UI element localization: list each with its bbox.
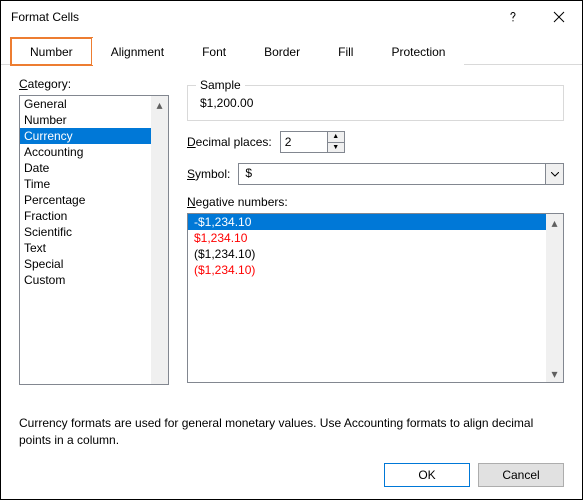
category-item[interactable]: Scientific bbox=[20, 224, 151, 240]
sample-box: Sample $1,200.00 bbox=[187, 85, 564, 121]
negative-item[interactable]: $1,234.10 bbox=[188, 230, 546, 246]
dropdown-button[interactable] bbox=[545, 164, 563, 184]
help-icon bbox=[507, 11, 519, 23]
category-label: Category: bbox=[19, 77, 169, 91]
category-item[interactable]: Time bbox=[20, 176, 151, 192]
scroll-up-icon[interactable]: ▴ bbox=[151, 96, 168, 113]
window-title: Format Cells bbox=[11, 10, 490, 24]
description-text: Currency formats are used for general mo… bbox=[1, 407, 582, 457]
category-item[interactable]: Custom bbox=[20, 272, 151, 288]
format-cells-dialog: Format Cells NumberAlignmentFontBorderFi… bbox=[0, 0, 583, 500]
ok-button[interactable]: OK bbox=[384, 463, 470, 487]
negative-item[interactable]: ($1,234.10) bbox=[188, 246, 546, 262]
negative-item[interactable]: -$1,234.10 bbox=[188, 214, 546, 230]
tab-fill[interactable]: Fill bbox=[319, 38, 372, 65]
chevron-down-icon bbox=[551, 172, 559, 177]
sample-label: Sample bbox=[196, 78, 245, 92]
help-button[interactable] bbox=[490, 1, 536, 33]
category-item[interactable]: Percentage bbox=[20, 192, 151, 208]
dialog-footer: OK Cancel bbox=[384, 463, 564, 487]
dialog-body: Category: GeneralNumberCurrencyAccountin… bbox=[1, 65, 582, 385]
decimal-row: Decimal places: ▲ ▼ bbox=[187, 131, 564, 153]
titlebar: Format Cells bbox=[1, 1, 582, 33]
symbol-label: Symbol: bbox=[187, 167, 230, 181]
spin-down-icon[interactable]: ▼ bbox=[328, 142, 344, 153]
category-item[interactable]: Special bbox=[20, 256, 151, 272]
cancel-button[interactable]: Cancel bbox=[478, 463, 564, 487]
negative-listbox[interactable]: -$1,234.10$1,234.10($1,234.10)($1,234.10… bbox=[187, 213, 564, 383]
negative-label: Negative numbers: bbox=[187, 195, 564, 209]
category-column: Category: GeneralNumberCurrencyAccountin… bbox=[19, 77, 169, 385]
tab-protection[interactable]: Protection bbox=[372, 38, 464, 65]
tab-border[interactable]: Border bbox=[245, 38, 319, 65]
tab-font[interactable]: Font bbox=[183, 38, 245, 65]
category-item[interactable]: Date bbox=[20, 160, 151, 176]
category-item[interactable]: General bbox=[20, 96, 151, 112]
spin-up-icon[interactable]: ▲ bbox=[328, 132, 344, 142]
tab-alignment[interactable]: Alignment bbox=[92, 38, 183, 65]
tab-number[interactable]: Number bbox=[11, 38, 92, 65]
options-column: Sample $1,200.00 Decimal places: ▲ ▼ Sym… bbox=[187, 77, 564, 385]
category-listbox[interactable]: GeneralNumberCurrencyAccountingDateTimeP… bbox=[19, 95, 169, 385]
category-item[interactable]: Fraction bbox=[20, 208, 151, 224]
category-item[interactable]: Number bbox=[20, 112, 151, 128]
decimal-spinner[interactable]: ▲ ▼ bbox=[280, 131, 345, 153]
symbol-row: Symbol: $ bbox=[187, 163, 564, 185]
category-item[interactable]: Text bbox=[20, 240, 151, 256]
close-icon bbox=[553, 11, 565, 23]
symbol-value: $ bbox=[239, 164, 545, 184]
symbol-combo[interactable]: $ bbox=[238, 163, 564, 185]
decimal-label: Decimal places: bbox=[187, 135, 272, 149]
category-item[interactable]: Accounting bbox=[20, 144, 151, 160]
sample-value: $1,200.00 bbox=[200, 96, 253, 110]
decimal-input[interactable] bbox=[280, 131, 328, 153]
scrollbar[interactable]: ▴ bbox=[151, 96, 168, 384]
scroll-up-icon[interactable]: ▴ bbox=[546, 214, 563, 231]
close-button[interactable] bbox=[536, 1, 582, 33]
scroll-down-icon[interactable]: ▾ bbox=[546, 365, 563, 382]
tab-strip: NumberAlignmentFontBorderFillProtection bbox=[1, 37, 582, 65]
category-item[interactable]: Currency bbox=[20, 128, 151, 144]
negative-item[interactable]: ($1,234.10) bbox=[188, 262, 546, 278]
scrollbar[interactable]: ▴ ▾ bbox=[546, 214, 563, 382]
